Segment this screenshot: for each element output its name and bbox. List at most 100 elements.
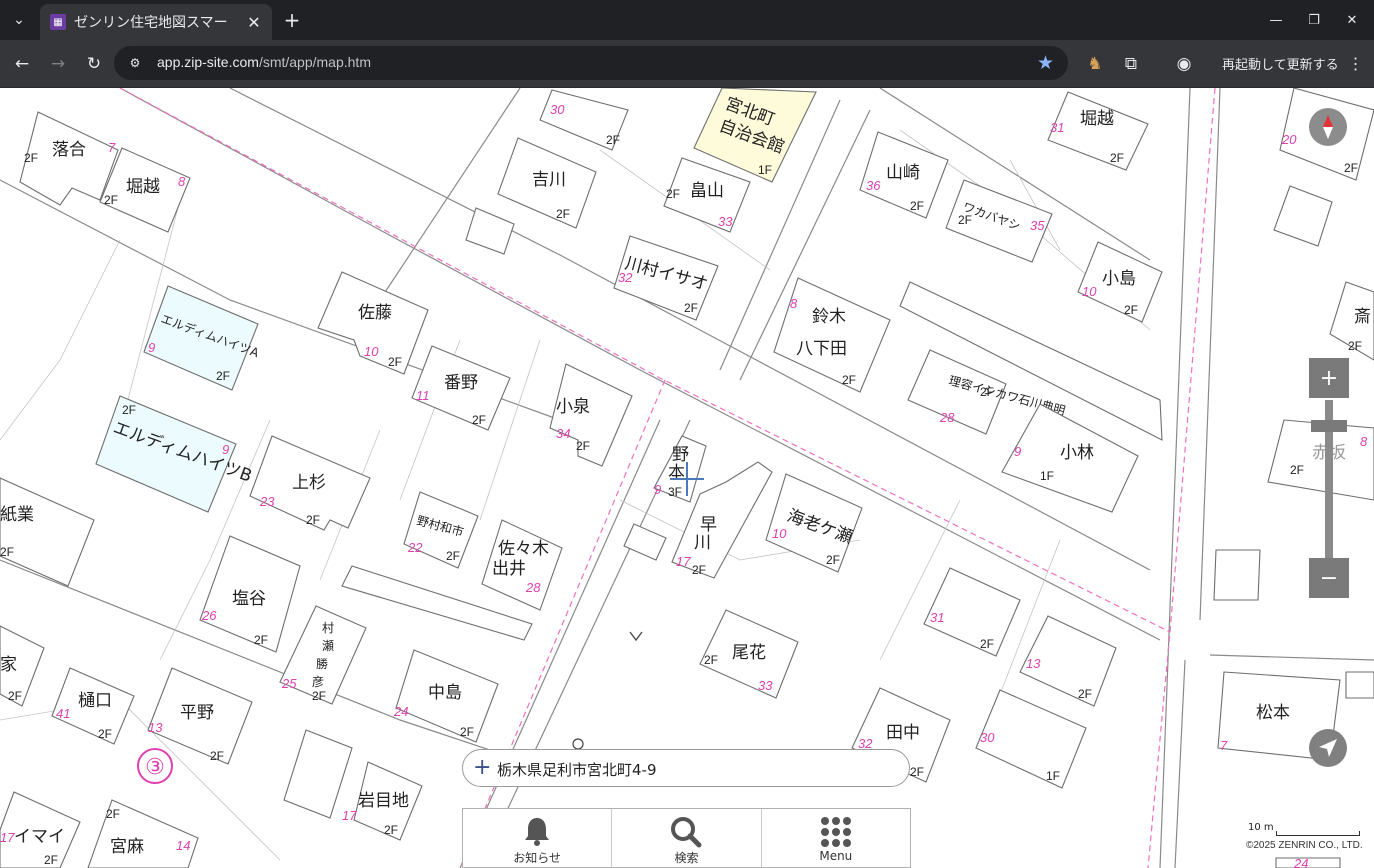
url-host: app.zip-site.com — [157, 54, 259, 70]
svg-text:2F: 2F — [576, 439, 590, 453]
svg-text:番野: 番野 — [444, 373, 478, 393]
new-tab-icon[interactable]: + — [280, 8, 304, 32]
chevron-down-icon — [629, 631, 643, 642]
address-text: 栃木県足利市宮北町4-9 — [497, 761, 657, 779]
svg-text:川: 川 — [694, 533, 711, 553]
svg-text:堀越: 堀越 — [126, 177, 160, 197]
svg-text:八下田: 八下田 — [796, 339, 847, 359]
search-label: 検索 — [674, 851, 699, 865]
add-icon[interactable]: + — [473, 755, 491, 781]
maximize-icon[interactable]: ❐ — [1302, 8, 1326, 32]
svg-text:25: 25 — [281, 676, 297, 691]
bookmark-star-icon[interactable]: ★ — [1037, 52, 1054, 74]
svg-text:23: 23 — [259, 494, 275, 509]
svg-text:田中: 田中 — [886, 723, 920, 743]
svg-text:堀越: 堀越 — [1080, 109, 1114, 129]
menu-button[interactable]: Menu — [762, 809, 910, 867]
svg-text:10: 10 — [772, 526, 787, 541]
close-icon[interactable]: ✕ — [244, 12, 264, 32]
svg-text:8: 8 — [178, 174, 186, 189]
svg-text:2F: 2F — [104, 193, 118, 207]
svg-text:13: 13 — [148, 720, 163, 735]
svg-text:2F: 2F — [1348, 339, 1362, 353]
svg-text:畠山: 畠山 — [690, 181, 724, 201]
svg-text:斎: 斎 — [1354, 307, 1371, 327]
zoom-slider-handle[interactable] — [1311, 420, 1347, 432]
svg-text:中島: 中島 — [428, 683, 462, 703]
svg-text:22: 22 — [407, 540, 423, 555]
svg-text:17: 17 — [676, 554, 691, 569]
compass-button[interactable] — [1309, 108, 1347, 146]
extension-icon[interactable]: ♞ — [1082, 51, 1108, 77]
svg-text:2F: 2F — [1290, 463, 1304, 477]
svg-text:2F: 2F — [0, 545, 14, 559]
svg-text:2F: 2F — [210, 749, 224, 763]
current-location-button[interactable] — [1309, 729, 1347, 767]
svg-text:イマイ: イマイ — [14, 827, 65, 847]
window-close-icon[interactable]: ✕ — [1340, 8, 1364, 32]
back-icon[interactable]: ← — [9, 51, 35, 77]
navigation-arrow-icon — [1319, 739, 1337, 757]
svg-text:紙業: 紙業 — [0, 505, 34, 525]
crosshair-icon — [670, 462, 704, 496]
svg-text:山崎: 山崎 — [886, 163, 920, 183]
svg-text:松本: 松本 — [1256, 703, 1290, 723]
url-text[interactable]: app.zip-site.com/smt/app/map.htm — [157, 54, 371, 70]
svg-text:小島: 小島 — [1102, 269, 1136, 289]
svg-text:宮麻: 宮麻 — [110, 837, 144, 857]
svg-text:7: 7 — [1220, 738, 1228, 753]
district-number: ③ — [145, 754, 165, 779]
svg-text:9: 9 — [148, 340, 155, 355]
copyright: ©2025 ZENRIN CO., LTD. — [1246, 840, 1363, 851]
tab-search-icon[interactable]: ⌄ — [6, 8, 32, 32]
address-bar[interactable]: ⚙ app.zip-site.com/smt/app/map.htm ★ — [114, 46, 1068, 80]
forward-icon[interactable]: → — [45, 51, 71, 77]
site-info-icon[interactable]: ⚙ — [126, 54, 144, 72]
svg-text:2F: 2F — [446, 549, 460, 563]
minimize-icon[interactable]: — — [1264, 8, 1288, 32]
browser-tab[interactable]: ▦ ゼンリン住宅地図スマー ✕ — [40, 4, 272, 40]
svg-text:2F: 2F — [254, 633, 268, 647]
more-vert-icon[interactable]: ⋮ — [1348, 54, 1364, 73]
svg-text:2F: 2F — [910, 765, 924, 779]
svg-text:上杉: 上杉 — [292, 473, 326, 493]
reload-icon[interactable]: ↻ — [81, 51, 107, 77]
zoom-out-button[interactable]: − — [1309, 558, 1349, 598]
svg-text:10: 10 — [364, 344, 379, 359]
address-search-bar[interactable]: + 栃木県足利市宮北町4-9 — [462, 749, 910, 787]
svg-text:41: 41 — [56, 706, 70, 721]
svg-text:17: 17 — [0, 830, 15, 845]
scale-bar: 10 m — [1248, 822, 1360, 836]
svg-text:9: 9 — [1014, 444, 1021, 459]
svg-text:30: 30 — [550, 102, 565, 117]
svg-text:佐藤: 佐藤 — [358, 303, 392, 323]
relaunch-button[interactable]: 再起動して更新する ⋮ — [1208, 47, 1366, 79]
svg-text:2F: 2F — [122, 403, 136, 417]
svg-text:2F: 2F — [684, 301, 698, 315]
svg-text:2F: 2F — [24, 151, 38, 165]
menu-label: Menu — [819, 849, 853, 863]
tab-title: ゼンリン住宅地図スマー — [74, 15, 228, 31]
svg-text:33: 33 — [718, 214, 733, 229]
puzzle-extension-icon[interactable]: ⧉ — [1118, 51, 1144, 77]
svg-text:11: 11 — [416, 388, 430, 403]
svg-text:2F: 2F — [704, 653, 718, 667]
svg-text:2F: 2F — [312, 689, 326, 703]
svg-text:20: 20 — [1281, 132, 1297, 147]
scale-line — [1276, 831, 1360, 836]
search-button[interactable]: 検索 — [612, 809, 762, 867]
grid-menu-icon — [820, 817, 851, 847]
svg-text:2F: 2F — [958, 213, 972, 227]
svg-text:岩目地: 岩目地 — [358, 791, 409, 811]
svg-text:30: 30 — [980, 730, 995, 745]
svg-text:8: 8 — [1360, 434, 1368, 449]
svg-text:35: 35 — [1030, 218, 1045, 233]
notice-button[interactable]: お知らせ — [463, 809, 613, 867]
svg-text:1F: 1F — [758, 163, 772, 177]
svg-text:8: 8 — [790, 296, 798, 311]
svg-text:17: 17 — [342, 808, 357, 823]
favicon-icon: ▦ — [50, 14, 66, 30]
zoom-in-button[interactable]: + — [1309, 358, 1349, 398]
profile-icon[interactable]: ◉ — [1171, 51, 1197, 77]
svg-text:7: 7 — [108, 140, 116, 155]
